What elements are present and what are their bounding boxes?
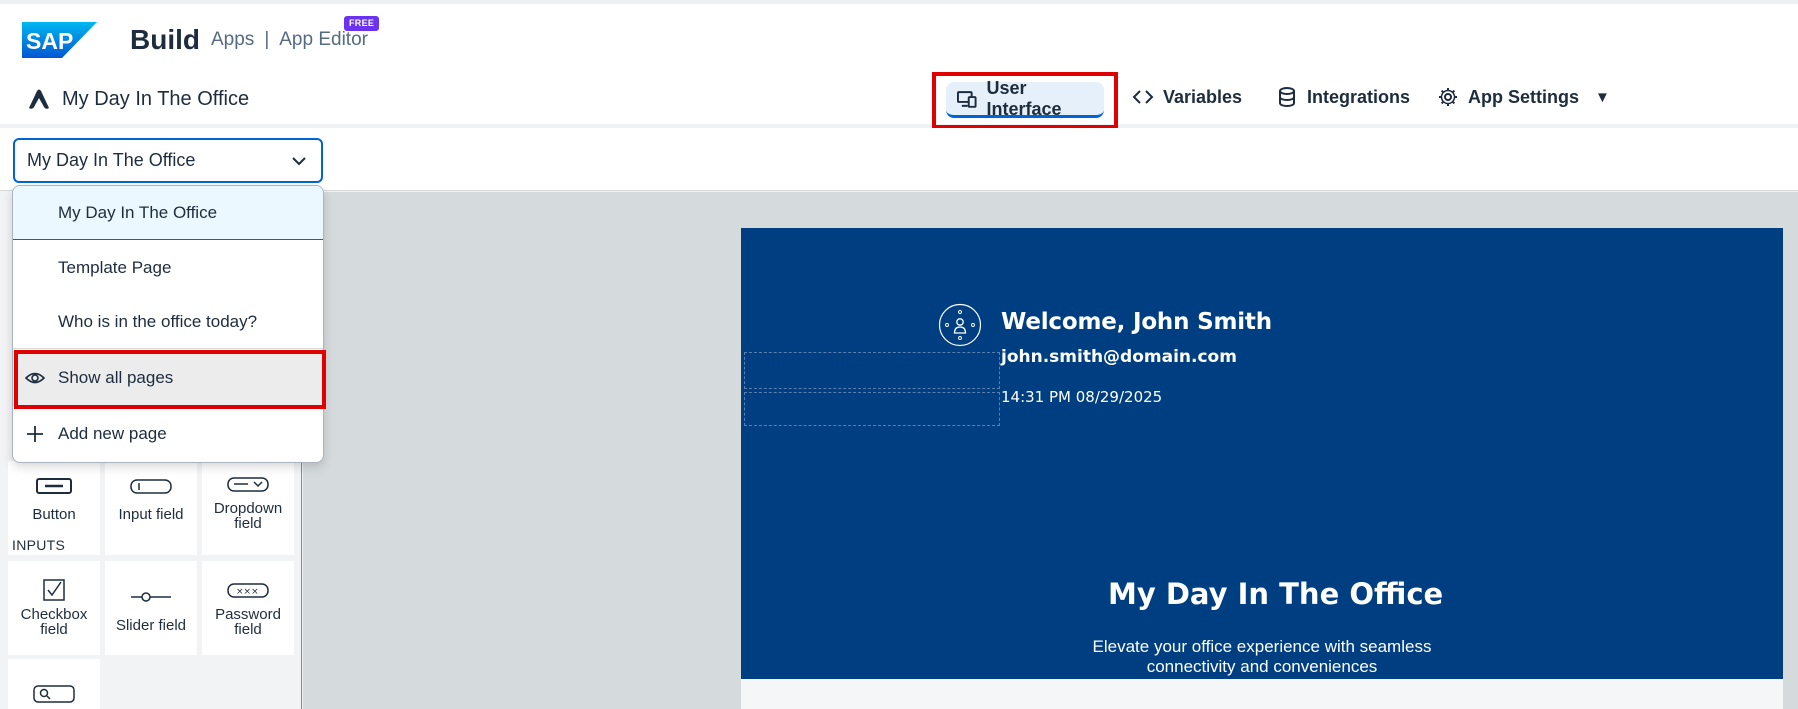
page-option-who-is-in-office[interactable]: Who is in the office today? [13,295,323,349]
project-icon [29,89,49,109]
svg-text:×××: ××× [236,587,259,597]
palette-password-field[interactable]: ××× Password field [202,561,294,655]
button-icon [36,478,72,494]
breadcrumb-separator: | [264,29,270,50]
caret-down-icon[interactable]: ▼ [1595,89,1610,106]
nav-highlight-frame: User Interface [932,72,1118,129]
database-icon [1279,87,1295,107]
chevron-down-icon [292,156,306,165]
breadcrumb-app-editor: App Editor [279,29,368,50]
project-title-row: My Day In The Office [26,84,249,114]
tab-integrations-label: Integrations [1307,86,1411,107]
palette-button-label: Button [32,506,76,523]
app-header: SAP Build Apps | App Editor FREE My Day … [0,0,1798,129]
tab-integrations[interactable]: Integrations [1276,86,1410,108]
tab-variables[interactable]: Variables [1132,86,1242,108]
palette-slider-field-label: Slider field [115,617,187,634]
page-option-template[interactable]: Template Page [13,241,323,295]
palette-slider-field[interactable]: Slider field [105,561,197,655]
page-option-label: My Day In The Office [58,202,218,222]
palette-password-field-label: Password field [215,606,281,638]
brand-row: SAP Build Apps | App Editor [22,20,368,60]
welcome-text[interactable]: Welcome, John Smith [1001,309,1272,335]
password-icon: ××× [227,583,269,598]
page-select[interactable]: My Day In The Office [13,138,323,183]
page-option-label: Who is in the office today? [58,311,258,331]
palette-dropdown-field-label: Dropdown field [213,500,283,532]
product-title: Build [130,24,200,55]
plus-icon [27,426,43,442]
page-select-popover: My Day In The Office Template Page Who i… [12,185,324,463]
email-text[interactable]: john.smith@domain.com [1001,347,1237,367]
slider-icon [131,592,171,602]
tab-user-interface-label: User Interface [986,77,1062,119]
tab-app-settings[interactable]: App Settings ▼ [1437,86,1610,108]
app-preview-content-area [741,679,1783,709]
tab-user-interface[interactable]: User Interface [946,78,1104,119]
add-new-page-label: Add new page [58,424,167,443]
selection-outline[interactable] [744,352,1000,389]
palette-input-field[interactable]: Input field [105,461,197,555]
add-new-page-option[interactable]: Add new page [13,407,323,461]
palette-input-field-label: Input field [118,506,184,523]
palette-row-inputs: Checkbox field Slider field ××× Password… [8,561,298,655]
show-all-pages-option[interactable]: Show all pages [13,351,323,406]
eye-icon [25,372,45,384]
timestamp-text[interactable]: 14:31 PM 08/29/2025 [1001,388,1162,406]
tab-app-settings-label: App Settings [1468,86,1579,107]
search-field-icon [33,685,75,703]
sap-logo-icon[interactable]: SAP [22,22,97,58]
gear-icon [1439,88,1457,106]
palette-search-field[interactable] [8,659,100,709]
palette-checkbox-field-label: Checkbox field [20,606,88,638]
app-subtitle-text[interactable]: Elevate your office experience with seam… [1062,637,1462,677]
dropdown-field-icon [227,477,269,492]
user-avatar-icon[interactable] [938,303,982,347]
tab-variables-label: Variables [1163,86,1243,107]
palette-checkbox-field[interactable]: Checkbox field [8,561,100,655]
page-option-my-day[interactable]: My Day In The Office [13,186,323,240]
code-brackets-icon [1132,90,1154,104]
inputs-section-label: INPUTS [12,537,66,553]
app-title-text[interactable]: My Day In The Office [1108,577,1443,611]
show-all-pages-label: Show all pages [58,368,174,387]
sap-logo-text: SAP [26,28,73,54]
page-option-label: Template Page [58,258,172,277]
page-select-value: My Day In The Office [27,150,196,170]
palette-dropdown-field[interactable]: Dropdown field [202,461,294,555]
palette-row-more [8,659,298,709]
selection-outline[interactable] [744,392,1000,426]
user-interface-icon [956,90,977,108]
project-name: My Day In The Office [62,87,250,110]
free-badge: FREE [344,16,380,31]
checkbox-icon [43,579,65,601]
input-field-icon [130,479,172,494]
breadcrumb-apps[interactable]: Apps [211,29,254,51]
editor-toolbar: My Day In The Office [0,128,1798,191]
